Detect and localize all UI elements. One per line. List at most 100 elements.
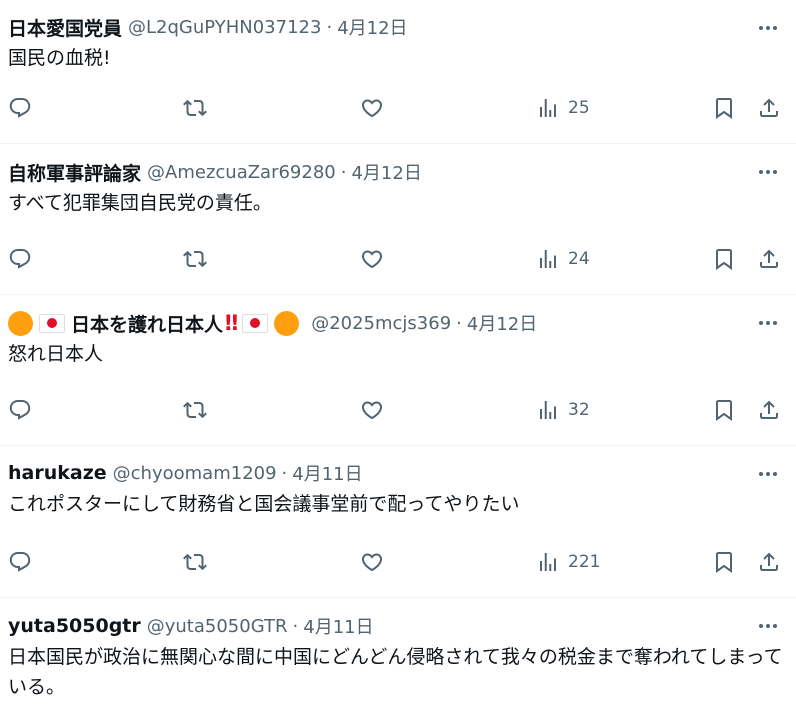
tweet-actions: 221 <box>0 547 796 577</box>
reply-icon <box>9 98 31 118</box>
more-options-icon[interactable] <box>754 309 782 337</box>
display-name[interactable]: 日本を護れ日本人 <box>71 310 223 337</box>
double-exclamation-emoji: ‼ <box>225 311 238 335</box>
reply-button[interactable] <box>8 547 32 577</box>
views-button[interactable]: 25 <box>536 93 590 123</box>
views-count: 24 <box>568 249 590 269</box>
display-name[interactable]: 自称軍事評論家 <box>8 159 141 186</box>
tweet-text: すべて犯罪集団自民党の責任。 <box>8 192 272 214</box>
bookmark-icon <box>716 249 732 270</box>
repost-button[interactable] <box>183 395 207 425</box>
tweet-header: 日本愛国党員 @L2qGuPYHN037123 · 4月12日 <box>8 12 784 42</box>
share-button[interactable] <box>757 395 781 425</box>
more-options-icon[interactable] <box>754 612 782 640</box>
tweet-text: 国民の血税! <box>8 47 111 69</box>
tweet-actions: 24 <box>0 244 796 274</box>
tweet-header: 日本を護れ日本人 ‼ @2025mcjs369 · 4月12日 <box>8 308 784 338</box>
repost-button[interactable] <box>183 93 207 123</box>
more-options-icon[interactable] <box>754 14 782 42</box>
tweet-text: 日本国民が政治に無関心な間に中国にどんどん侵略されて我々の税金まで奪われてしまっ… <box>8 646 783 698</box>
repost-icon <box>183 250 207 268</box>
bookmark-icon <box>716 400 732 421</box>
repost-button[interactable] <box>183 547 207 577</box>
reply-icon <box>9 552 31 572</box>
bookmark-button[interactable] <box>712 395 736 425</box>
analytics-icon <box>540 401 556 419</box>
post-date[interactable]: 4月12日 <box>337 14 407 40</box>
like-button[interactable] <box>360 547 384 577</box>
views-count: 25 <box>568 98 590 118</box>
share-button[interactable] <box>757 547 781 577</box>
user-handle[interactable]: @AmezcuaZar69280 <box>147 162 336 183</box>
post-date[interactable]: 4月12日 <box>467 310 537 336</box>
tweet-text: 怒れ日本人 <box>8 343 104 365</box>
tweet-header: 自称軍事評論家 @AmezcuaZar69280 · 4月12日 <box>8 157 784 187</box>
post-date[interactable]: 4月11日 <box>292 460 362 486</box>
heart-icon <box>361 401 383 420</box>
separator: · <box>281 462 288 484</box>
repost-icon <box>183 99 207 117</box>
bookmark-button[interactable] <box>712 547 736 577</box>
reply-button[interactable] <box>8 395 32 425</box>
repost-button[interactable] <box>183 244 207 274</box>
user-handle[interactable]: @2025mcjs369 <box>311 313 451 334</box>
views-button[interactable]: 24 <box>536 244 590 274</box>
heart-icon <box>361 553 383 572</box>
analytics-icon <box>540 99 556 117</box>
tweet[interactable]: 自称軍事評論家 @AmezcuaZar69280 · 4月12日 すべて犯罪集団… <box>0 144 796 295</box>
views-button[interactable]: 221 <box>536 547 600 577</box>
user-handle[interactable]: @chyoomam1209 <box>113 463 277 484</box>
separator: · <box>326 16 333 38</box>
heart-icon <box>361 250 383 269</box>
tweet-actions: 25 <box>0 93 796 123</box>
bookmark-icon <box>716 552 732 573</box>
bookmark-button[interactable] <box>712 93 736 123</box>
reply-icon <box>9 400 31 420</box>
japan-flag-emoji <box>39 313 65 333</box>
analytics-icon <box>540 553 556 571</box>
display-name[interactable]: harukaze <box>8 462 107 484</box>
heart-icon <box>361 99 383 118</box>
reply-button[interactable] <box>8 244 32 274</box>
share-icon <box>760 249 778 268</box>
display-name[interactable]: yuta5050gtr <box>8 615 141 637</box>
repost-icon <box>183 401 207 419</box>
like-button[interactable] <box>360 244 384 274</box>
tweet-header: harukaze @chyoomam1209 · 4月11日 <box>8 458 784 488</box>
reply-button[interactable] <box>8 93 32 123</box>
bookmark-button[interactable] <box>712 244 736 274</box>
reply-icon <box>9 249 31 269</box>
more-options-icon[interactable] <box>754 460 782 488</box>
share-icon <box>760 400 778 419</box>
display-name[interactable]: 日本愛国党員 <box>8 14 122 41</box>
tweet[interactable]: 日本愛国党員 @L2qGuPYHN037123 · 4月12日 国民の血税! 2… <box>0 0 796 144</box>
share-icon <box>760 98 778 117</box>
tweet[interactable]: yuta5050gtr @yuta5050GTR · 4月11日 日本国民が政治… <box>0 598 796 722</box>
post-date[interactable]: 4月12日 <box>351 159 421 185</box>
tweet-text: これポスターにして財務省と国会議事堂前で配ってやりたい <box>8 493 520 515</box>
user-handle[interactable]: @L2qGuPYHN037123 <box>128 17 321 38</box>
views-button[interactable]: 32 <box>536 395 590 425</box>
share-icon <box>760 552 778 571</box>
more-options-icon[interactable] <box>754 158 782 186</box>
repost-icon <box>183 553 207 571</box>
tweet[interactable]: harukaze @chyoomam1209 · 4月11日 これポスターにして… <box>0 446 796 598</box>
tweet-actions: 32 <box>0 395 796 425</box>
separator: · <box>292 615 299 637</box>
share-button[interactable] <box>757 244 781 274</box>
post-date[interactable]: 4月11日 <box>303 613 373 639</box>
like-button[interactable] <box>360 395 384 425</box>
tweet[interactable]: 日本を護れ日本人 ‼ @2025mcjs369 · 4月12日 怒れ日本人 32 <box>0 295 796 446</box>
views-count: 32 <box>568 400 590 420</box>
tweet-header: yuta5050gtr @yuta5050GTR · 4月11日 <box>8 611 784 641</box>
views-count: 221 <box>568 552 601 572</box>
user-handle[interactable]: @yuta5050GTR <box>147 616 288 637</box>
japan-flag-emoji <box>242 313 269 333</box>
separator: · <box>340 161 347 183</box>
like-button[interactable] <box>360 93 384 123</box>
share-button[interactable] <box>757 93 781 123</box>
analytics-icon <box>540 250 556 268</box>
bookmark-icon <box>716 98 732 119</box>
separator: · <box>456 312 462 334</box>
orange-circle-emoji <box>274 310 300 336</box>
